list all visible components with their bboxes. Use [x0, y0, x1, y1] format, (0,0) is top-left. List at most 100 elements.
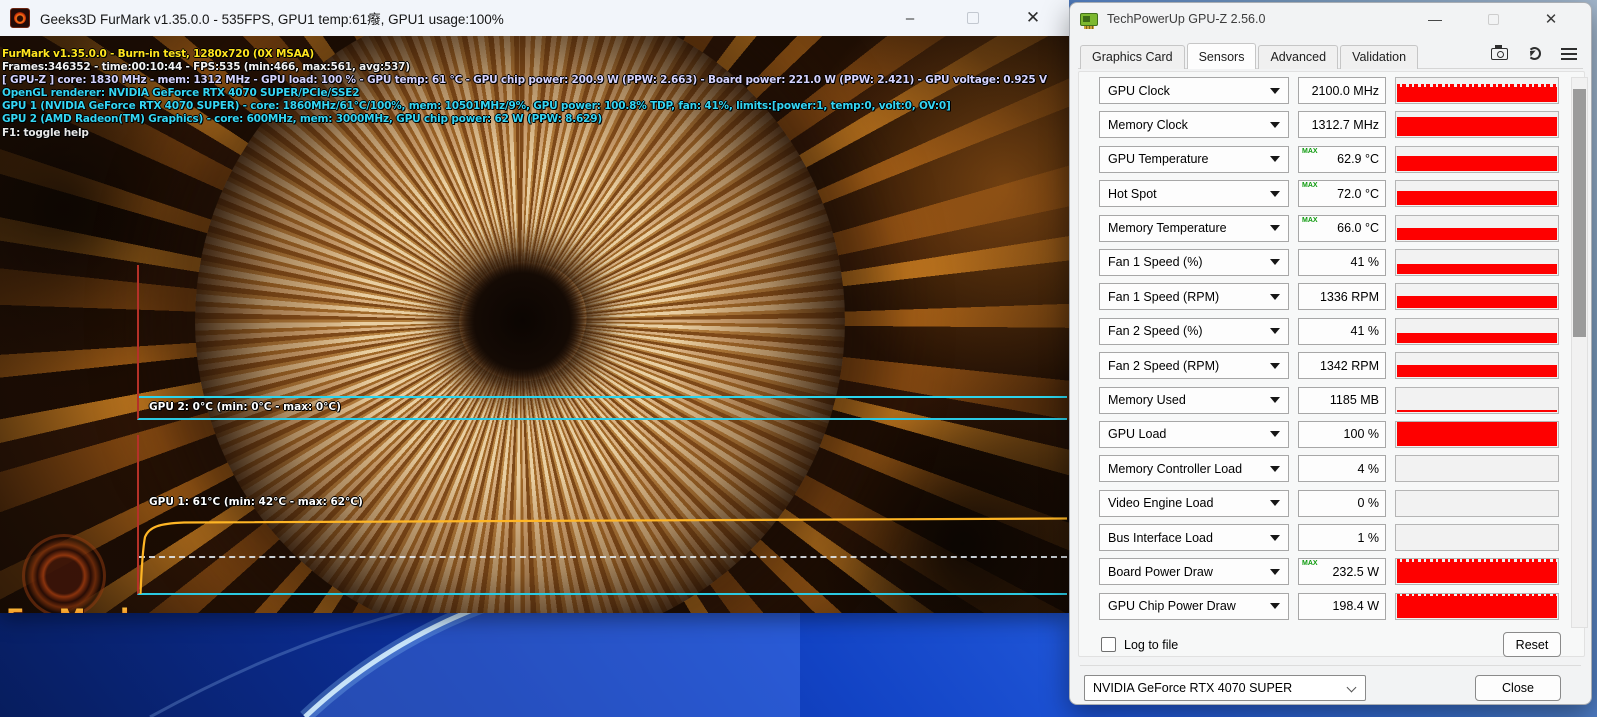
gpuz-close-button[interactable]: ✕ — [1542, 7, 1560, 31]
gpuz-maximize-button[interactable] — [1484, 7, 1502, 31]
sensor-label-dropdown[interactable]: Fan 2 Speed (%) — [1099, 317, 1289, 345]
sensor-label: Bus Interface Load — [1108, 530, 1213, 545]
tab-advanced[interactable]: Advanced — [1258, 45, 1339, 69]
menu-icon[interactable] — [1561, 47, 1577, 60]
furmark-overlay-line: GPU 2 (AMD Radeon(TM) Graphics) - core: … — [2, 113, 602, 126]
log-to-file-row: Log to file — [1101, 637, 1178, 652]
sensor-label: Memory Used — [1108, 393, 1186, 408]
gpuz-titlebar: TechPowerUp GPU-Z 2.56.0 — ✕ — [1070, 3, 1591, 35]
gpu2-graph-label: GPU 2: 0°C (min: 0°C - max: 0°C) — [149, 401, 341, 413]
sensor-label-dropdown[interactable]: Memory Controller Load — [1099, 455, 1289, 483]
sensor-value-box: MAX 72.0 °C — [1298, 180, 1386, 208]
gpuz-tool-icons — [1491, 44, 1577, 60]
sensor-label-dropdown[interactable]: Fan 1 Speed (RPM) — [1099, 283, 1289, 311]
screenshot-camera-icon[interactable] — [1491, 44, 1508, 60]
refresh-icon[interactable] — [1528, 47, 1541, 60]
sensor-value: 72.0 °C — [1337, 186, 1379, 201]
sensor-history-graph — [1395, 558, 1559, 586]
sensor-history-graph — [1395, 145, 1559, 173]
sensor-label-dropdown[interactable]: Memory Used — [1099, 386, 1289, 414]
sensor-label-dropdown[interactable]: GPU Temperature — [1099, 145, 1289, 173]
sensor-row: GPU Clock MAX 2100.0 MHz — [1099, 77, 1591, 104]
sensor-value-box: MAX 66.0 °C — [1298, 214, 1386, 242]
sensor-label-dropdown[interactable]: GPU Load — [1099, 420, 1289, 448]
sensor-label: GPU Temperature — [1108, 152, 1209, 167]
sensor-value-box: MAX 1 % — [1298, 524, 1386, 552]
sensor-label-dropdown[interactable]: GPU Clock — [1099, 77, 1289, 104]
sensor-row: Fan 1 Speed (RPM) MAX 1336 RPM — [1099, 283, 1591, 311]
scrollbar-thumb[interactable] — [1573, 89, 1586, 337]
sensor-graph-fill — [1397, 263, 1557, 274]
chevron-down-icon — [1346, 682, 1357, 693]
furmark-maximize-button[interactable] — [956, 0, 990, 36]
sensor-history-graph — [1395, 283, 1559, 311]
furmark-minimize-button[interactable]: – — [893, 0, 927, 36]
tab-graphics-card[interactable]: Graphics Card — [1080, 45, 1185, 69]
sensor-label-dropdown[interactable]: Bus Interface Load — [1099, 524, 1289, 552]
chevron-down-icon — [1270, 431, 1280, 438]
sensor-history-graph — [1395, 420, 1559, 448]
sensor-label-dropdown[interactable]: Hot Spot — [1099, 180, 1289, 208]
sensor-label: Hot Spot — [1108, 186, 1157, 201]
sensor-row: Hot Spot MAX 72.0 °C — [1099, 180, 1591, 208]
sensor-label: GPU Load — [1108, 427, 1167, 442]
sensor-row: Board Power Draw MAX 232.5 W — [1099, 558, 1591, 586]
sensor-value: 1312.7 MHz — [1311, 117, 1379, 132]
sensor-history-graph — [1395, 214, 1559, 242]
furmark-close-button[interactable]: ✕ — [1016, 0, 1050, 36]
sensor-label-dropdown[interactable]: Memory Temperature — [1099, 214, 1289, 242]
sensor-graph-fill — [1397, 409, 1557, 412]
sensor-value-box: MAX 232.5 W — [1298, 558, 1386, 586]
sensor-history-graph — [1395, 180, 1559, 208]
furmark-overlay-line: F1: toggle help — [2, 126, 89, 139]
gpu1-graph-label: GPU 1: 61°C (min: 42°C - max: 62°C) — [149, 496, 363, 508]
log-to-file-label: Log to file — [1124, 637, 1179, 652]
sensor-value: 232.5 W — [1332, 564, 1379, 579]
sensor-value-box: MAX 4 % — [1298, 455, 1386, 483]
chevron-down-icon — [1270, 293, 1280, 300]
sensor-value: 66.0 °C — [1337, 221, 1379, 236]
sensor-graph-fill — [1397, 156, 1557, 171]
chevron-down-icon — [1270, 121, 1280, 128]
tab-validation[interactable]: Validation — [1340, 45, 1419, 69]
sensor-label-dropdown[interactable]: Fan 2 Speed (RPM) — [1099, 352, 1289, 380]
desktop: Geeks3D FurMark v1.35.0.0 - 535FPS, GPU1… — [0, 0, 1597, 717]
sensor-label-dropdown[interactable]: Video Engine Load — [1099, 489, 1289, 517]
sensor-label-dropdown[interactable]: Board Power Draw — [1099, 558, 1289, 586]
sensor-history-graph — [1395, 592, 1559, 620]
sensor-label: Fan 2 Speed (%) — [1108, 324, 1203, 339]
sensors-scrollbar[interactable] — [1571, 77, 1588, 628]
sensor-value: 4 % — [1357, 461, 1379, 476]
sensor-value-box: MAX 100 % — [1298, 420, 1386, 448]
gpu-selector[interactable]: NVIDIA GeForce RTX 4070 SUPER — [1084, 675, 1366, 701]
sensor-label-dropdown[interactable]: Fan 1 Speed (%) — [1099, 248, 1289, 276]
furmark-overlay-line: Frames:346352 - time:00:10:44 - FPS:535 … — [2, 61, 410, 74]
sensor-label-dropdown[interactable]: GPU Chip Power Draw — [1099, 592, 1289, 620]
sensor-max-badge: MAX — [1302, 560, 1318, 568]
gpuz-minimize-button[interactable]: — — [1426, 7, 1444, 31]
sensor-history-graph — [1395, 489, 1559, 517]
furmark-titlebar: Geeks3D FurMark v1.35.0.0 - 535FPS, GPU1… — [0, 0, 1069, 36]
chevron-down-icon — [1270, 603, 1280, 610]
sensor-label: Video Engine Load — [1108, 496, 1214, 511]
sensor-value: 1336 RPM — [1319, 289, 1379, 304]
sensor-row: Memory Temperature MAX 66.0 °C — [1099, 214, 1591, 242]
sensor-label-dropdown[interactable]: Memory Clock — [1099, 111, 1289, 139]
sensor-value: 1 % — [1357, 530, 1379, 545]
sensor-label: GPU Clock — [1108, 83, 1170, 98]
gpu-selector-value: NVIDIA GeForce RTX 4070 SUPER — [1093, 681, 1293, 695]
sensor-rows: GPU Clock MAX 2100.0 MHz Memory Clock MA… — [1070, 77, 1591, 627]
gpu1-graph-panel: GPU 1: 61°C (min: 42°C - max: 62°C) — [137, 435, 1068, 595]
furmark-logo-icon — [22, 534, 106, 613]
close-button[interactable]: Close — [1475, 675, 1561, 701]
chevron-down-icon — [1270, 534, 1280, 541]
sensor-history-graph — [1395, 386, 1559, 414]
sensor-row: Memory Controller Load MAX 4 % — [1099, 455, 1591, 483]
sensor-row: Memory Used MAX 1185 MB — [1099, 386, 1591, 414]
maximize-icon — [1487, 13, 1499, 25]
log-to-file-checkbox[interactable] — [1101, 637, 1116, 652]
chevron-down-icon — [1270, 87, 1280, 94]
furmark-logo: FurMark — [6, 534, 166, 613]
reset-button[interactable]: Reset — [1503, 632, 1561, 657]
tab-sensors[interactable]: Sensors — [1186, 43, 1257, 69]
